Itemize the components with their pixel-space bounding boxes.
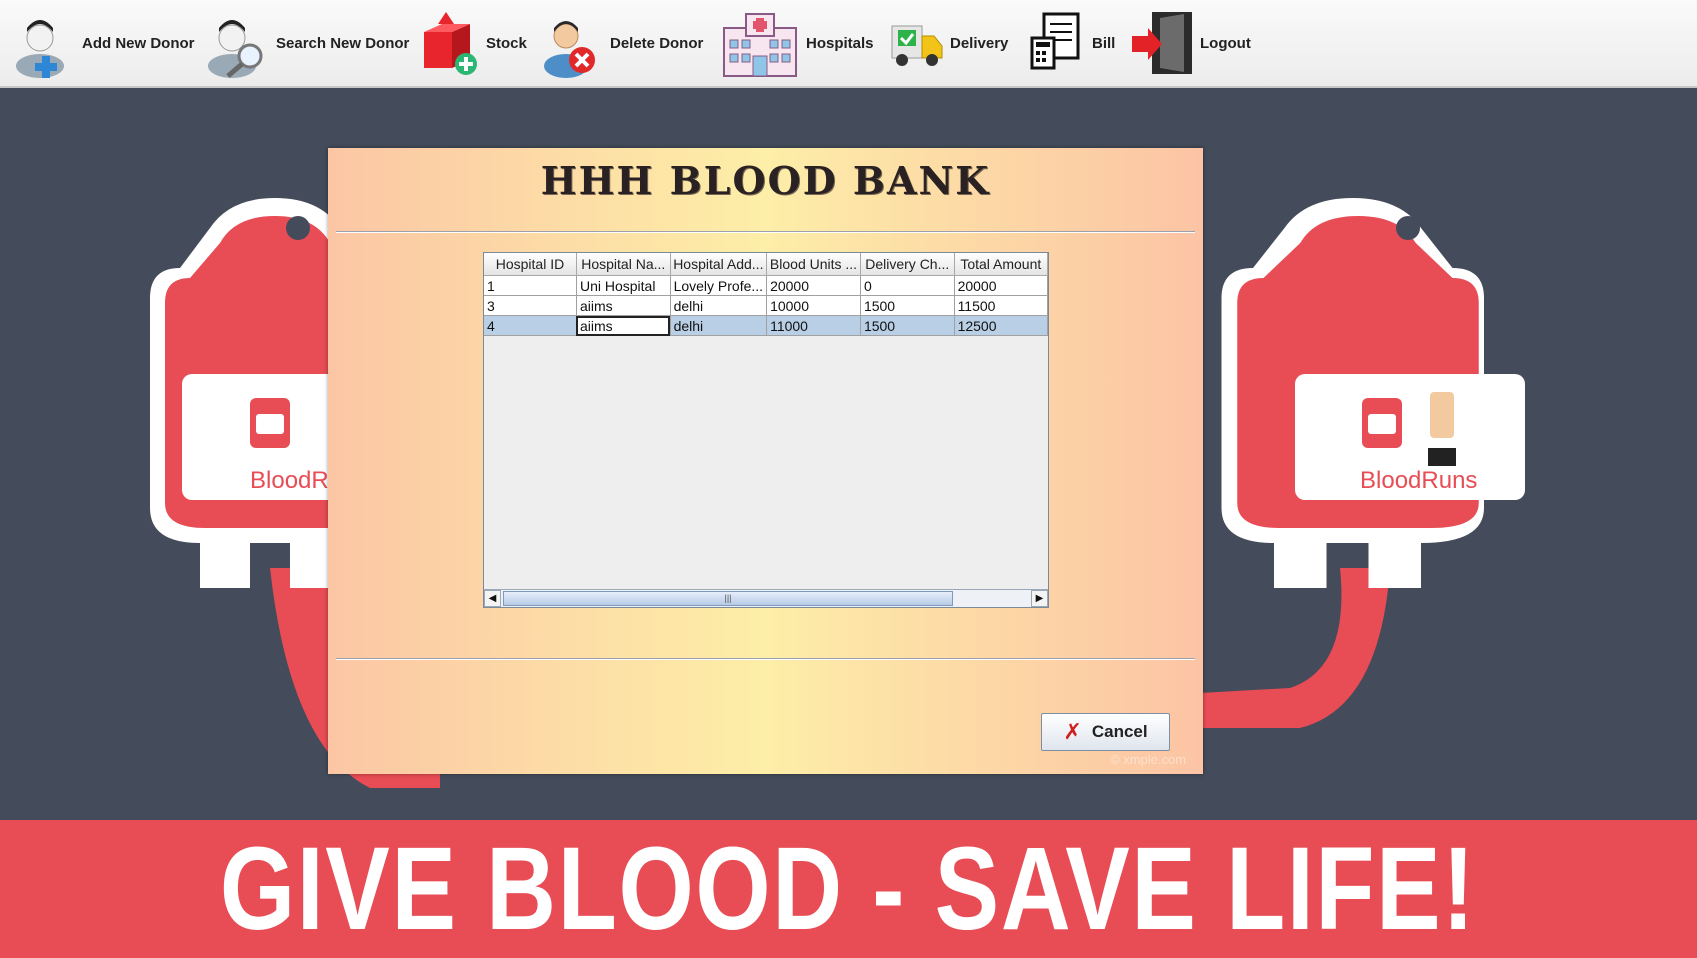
column-header[interactable]: Hospital Na... — [576, 253, 671, 276]
horizontal-scrollbar[interactable]: ◀ ||| ▶ — [484, 589, 1048, 607]
delete-donor-label: Delete Donor — [610, 34, 704, 52]
hospital-building-icon — [720, 8, 800, 78]
logout-door-icon — [1130, 8, 1194, 78]
slogan-banner: GIVE BLOOD - SAVE LIFE! — [0, 820, 1697, 958]
bill-calculator-icon — [1028, 8, 1086, 78]
table-cell[interactable]: aiims — [576, 295, 671, 316]
table-cell[interactable]: 10000 — [766, 295, 861, 316]
table-cell[interactable]: delhi — [670, 315, 768, 336]
table-cell[interactable]: 4 — [484, 315, 577, 336]
stock-box-icon — [416, 8, 480, 78]
cancel-label: Cancel — [1091, 722, 1148, 741]
table-cell[interactable]: 0 — [860, 275, 955, 296]
table-cell[interactable]: 1500 — [860, 315, 955, 336]
scroll-left-arrow-icon[interactable]: ◀ — [484, 590, 501, 607]
hospitals-label: Hospitals — [806, 34, 874, 52]
table-row[interactable]: 1 Uni Hospital Lovely Profe... 20000 0 2… — [484, 275, 1049, 296]
column-header[interactable]: Hospital Add... — [670, 253, 768, 276]
scroll-right-arrow-icon[interactable]: ▶ — [1031, 590, 1048, 607]
dialog-title: HHH BLOOD BANK — [540, 158, 991, 203]
column-header[interactable]: Total Amount — [954, 253, 1049, 276]
search-new-donor-label: Search New Donor — [276, 34, 410, 52]
table-row[interactable]: 3 aiims delhi 10000 1500 11500 — [484, 295, 1049, 316]
search-donor-icon — [206, 8, 270, 78]
logout-button[interactable]: Logout — [1130, 6, 1251, 80]
delivery-button[interactable]: Delivery — [888, 6, 1008, 80]
slogan-text: GIVE BLOOD - SAVE LIFE! — [220, 823, 1477, 955]
table-cell[interactable]: 12500 — [954, 315, 1049, 336]
table-header-row: Hospital ID Hospital Na... Hospital Add.… — [484, 253, 1049, 276]
main-toolbar: Add New Donor Search New Donor Stock Del… — [0, 0, 1697, 88]
watermark-text: © xmple.com — [1110, 752, 1187, 767]
hospital-table-scrollpane[interactable]: Hospital ID Hospital Na... Hospital Add.… — [483, 252, 1049, 608]
cancel-x-icon: ✗ — [1063, 719, 1082, 745]
table-cell[interactable]: 20000 — [954, 275, 1049, 296]
table-cell-focused[interactable]: aiims — [576, 315, 671, 336]
table-cell[interactable]: Uni Hospital — [576, 275, 671, 296]
column-header[interactable]: Hospital ID — [484, 253, 577, 276]
cancel-button[interactable]: ✗ Cancel — [1041, 713, 1170, 751]
table-row-selected[interactable]: 4 aiims delhi 11000 1500 12500 — [484, 315, 1049, 336]
delete-donor-button[interactable]: Delete Donor — [540, 6, 703, 80]
table-cell[interactable]: 11000 — [766, 315, 861, 336]
table-cell[interactable]: 3 — [484, 295, 577, 316]
hospital-table[interactable]: Hospital ID Hospital Na... Hospital Add.… — [484, 253, 1049, 336]
search-new-donor-button[interactable]: Search New Donor — [206, 6, 409, 80]
logout-label: Logout — [1200, 34, 1251, 52]
add-new-donor-button[interactable]: Add New Donor — [12, 6, 195, 80]
hospital-list-dialog: HHH BLOOD BANK Hospital ID Hospital Na..… — [328, 148, 1203, 774]
table-cell[interactable]: 11500 — [954, 295, 1049, 316]
right-logo-text: BloodRuns — [1360, 467, 1477, 494]
stock-button[interactable]: Stock — [416, 6, 527, 80]
add-donor-icon — [12, 8, 76, 78]
bottom-separator — [336, 658, 1195, 660]
delivery-label: Delivery — [950, 34, 1009, 52]
table-cell[interactable]: 1500 — [860, 295, 955, 316]
column-header[interactable]: Delivery Ch... — [860, 253, 955, 276]
stock-label: Stock — [486, 34, 527, 52]
table-cell[interactable]: 1 — [484, 275, 577, 296]
hospitals-button[interactable]: Hospitals — [720, 6, 874, 80]
column-header[interactable]: Blood Units ... — [766, 253, 861, 276]
scrollbar-thumb[interactable]: ||| — [503, 591, 953, 606]
table-cell[interactable]: 20000 — [766, 275, 861, 296]
add-new-donor-label: Add New Donor — [82, 34, 195, 52]
right-blood-bag-image: BloodRuns — [1200, 198, 1525, 728]
delete-donor-icon — [540, 8, 604, 78]
table-cell[interactable]: Lovely Profe... — [670, 275, 768, 296]
bill-button[interactable]: Bill — [1028, 6, 1115, 80]
table-cell[interactable]: delhi — [670, 295, 768, 316]
delivery-truck-icon — [888, 8, 944, 78]
top-separator — [336, 231, 1195, 233]
bill-label: Bill — [1092, 34, 1116, 52]
